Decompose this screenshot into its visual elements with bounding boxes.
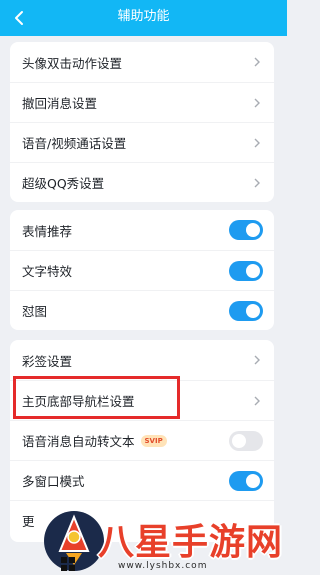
chevron-right-icon: [254, 178, 260, 188]
row-label: 多窗口模式: [22, 474, 85, 489]
row-label: 主页底部导航栏设置: [22, 394, 135, 409]
row-avatar-double-tap[interactable]: 头像双击动作设置: [10, 42, 274, 82]
windows-start-icon[interactable]: [60, 556, 76, 572]
back-button[interactable]: [8, 7, 30, 29]
row-label: 怼图: [22, 304, 48, 319]
voice-to-text-toggle[interactable]: [229, 431, 263, 451]
row-label: 语音消息自动转文本: [22, 434, 135, 449]
page-title: 辅助功能: [117, 9, 170, 24]
settings-group-1: 头像双击动作设置 撤回消息设置 语音/视频通话设置 超级QQ秀设置: [10, 42, 274, 202]
chevron-right-icon: [254, 57, 260, 67]
toggle-knob: [232, 434, 246, 448]
row-label: 撤回消息设置: [22, 96, 98, 111]
toggle-knob: [246, 223, 260, 237]
toggle-knob: [246, 304, 260, 318]
chevron-right-icon: [254, 138, 260, 148]
row-text-effects: 文字特效: [10, 250, 274, 290]
row-label: 彩签设置: [22, 353, 73, 369]
row-label: 表情推荐: [22, 223, 73, 239]
svip-badge: SVIP: [140, 434, 167, 447]
row-label: 头像双击动作设置: [22, 55, 123, 71]
row-label: 更: [22, 514, 35, 529]
row-sticker-recommend: 表情推荐: [10, 210, 274, 250]
row-label: 语音/视频通话设置: [22, 136, 127, 151]
chevron-right-icon: [254, 396, 260, 406]
row-voice-to-text: 语音消息自动转文本 SVIP: [10, 420, 274, 460]
chevron-right-icon: [254, 98, 260, 108]
row-bottom-nav[interactable]: 主页底部导航栏设置: [10, 380, 274, 420]
row-label: 超级QQ秀设置: [22, 176, 105, 191]
title-bar: 辅助功能: [0, 0, 287, 36]
row-caiqian[interactable]: 彩签设置: [10, 340, 274, 380]
chevron-right-icon: [254, 355, 260, 365]
sticker-recommend-toggle[interactable]: [229, 220, 263, 240]
row-voice-video-call[interactable]: 语音/视频通话设置: [10, 122, 274, 162]
row-recall-message[interactable]: 撤回消息设置: [10, 82, 274, 122]
settings-group-2: 表情推荐 文字特效 怼图: [10, 210, 274, 330]
chevron-left-icon: [15, 11, 23, 25]
meme-image-toggle[interactable]: [229, 301, 263, 321]
watermark-text: 八星手游网: [98, 522, 284, 563]
row-meme-image: 怼图: [10, 290, 274, 330]
watermark-url: www.lyshbx.com: [118, 561, 208, 571]
row-label: 文字特效: [22, 264, 73, 279]
text-effects-toggle[interactable]: [229, 261, 263, 281]
row-super-qq-show[interactable]: 超级QQ秀设置: [10, 162, 274, 202]
toggle-knob: [246, 264, 260, 278]
row-multi-window: 多窗口模式: [10, 460, 274, 500]
toggle-knob: [246, 474, 260, 488]
multi-window-toggle[interactable]: [229, 471, 263, 491]
